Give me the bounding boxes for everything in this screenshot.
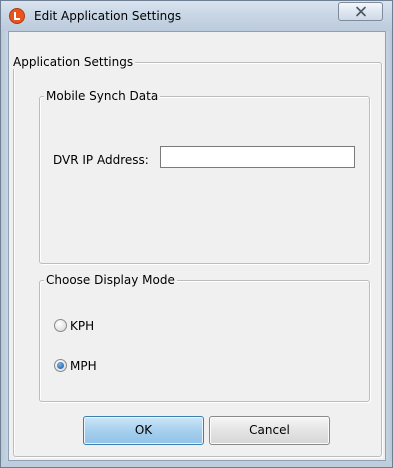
display-mode-group <box>39 280 370 402</box>
cancel-button[interactable]: Cancel <box>209 416 330 445</box>
mph-radio-label[interactable]: MPH <box>70 359 97 373</box>
dvr-ip-address-input[interactable] <box>160 146 355 168</box>
close-button[interactable] <box>338 2 383 21</box>
title-bar[interactable]: Edit Application Settings <box>1 1 392 31</box>
close-icon <box>356 6 366 17</box>
window-border-bottom <box>1 461 392 467</box>
window-border-left <box>1 31 8 461</box>
window-title: Edit Application Settings <box>34 9 182 23</box>
application-settings-legend: Application Settings <box>11 55 136 69</box>
dvr-ip-address-label: DVR IP Address: <box>53 153 149 167</box>
kph-radio-label[interactable]: KPH <box>70 319 94 333</box>
display-mode-legend: Choose Display Mode <box>44 273 177 287</box>
mobile-synch-data-legend: Mobile Synch Data <box>44 89 161 103</box>
mph-radio-button[interactable] <box>54 359 67 372</box>
app-logo-icon <box>9 8 25 24</box>
ok-button[interactable]: OK <box>83 416 204 445</box>
radio-option-mph[interactable]: MPH <box>54 358 174 374</box>
edit-application-settings-window: Edit Application Settings Application Se… <box>0 0 393 468</box>
window-border-right <box>386 31 392 461</box>
dialog-client-area: Application Settings Mobile Synch Data D… <box>8 31 386 461</box>
radio-option-kph[interactable]: KPH <box>54 318 174 334</box>
mobile-synch-data-group <box>39 96 370 264</box>
kph-radio-button[interactable] <box>54 319 67 332</box>
